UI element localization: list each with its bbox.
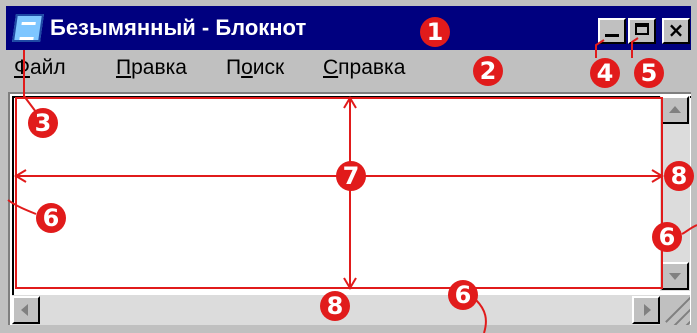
text-editing-area[interactable] xyxy=(8,92,691,325)
menu-search-label: Поиск xyxy=(226,56,285,79)
size-grip[interactable] xyxy=(660,295,690,325)
scroll-down-button[interactable] xyxy=(661,262,689,290)
client-area-frame xyxy=(12,96,691,325)
maximize-icon xyxy=(635,23,649,35)
scroll-up-button[interactable] xyxy=(661,96,689,124)
scroll-left-button[interactable] xyxy=(12,296,40,324)
minimize-button[interactable] xyxy=(598,18,626,44)
grip-line xyxy=(665,295,690,323)
notepad-icon[interactable] xyxy=(12,14,44,42)
close-icon: × xyxy=(667,18,685,42)
notepad-window: Безымянный - Блокнот × Файл Правка Поиск… xyxy=(0,0,697,333)
vertical-scrollbar[interactable] xyxy=(660,96,690,291)
menu-edit[interactable]: Правка xyxy=(116,56,187,80)
arrow-down-icon xyxy=(669,273,681,280)
menu-help-label: Справка xyxy=(323,56,406,79)
window-title: Безымянный - Блокнот xyxy=(50,15,307,40)
menu-file-label: Файл xyxy=(14,56,66,79)
arrow-left-icon xyxy=(21,304,28,316)
menu-edit-label: Правка xyxy=(116,56,187,79)
minimize-icon xyxy=(605,34,619,37)
horizontal-scrollbar[interactable] xyxy=(12,295,660,325)
menu-help[interactable]: Справка xyxy=(323,56,405,80)
menu-file[interactable]: Файл xyxy=(14,56,66,80)
title-bar[interactable]: Безымянный - Блокнот × xyxy=(6,6,691,50)
arrow-up-icon xyxy=(669,106,681,113)
scroll-right-button[interactable] xyxy=(632,296,660,324)
menu-bar: Файл Правка Поиск Справка xyxy=(6,50,691,86)
menu-search[interactable]: Поиск xyxy=(226,56,284,80)
arrow-right-icon xyxy=(644,304,651,316)
maximize-button[interactable] xyxy=(628,18,656,44)
close-button[interactable]: × xyxy=(662,18,690,44)
